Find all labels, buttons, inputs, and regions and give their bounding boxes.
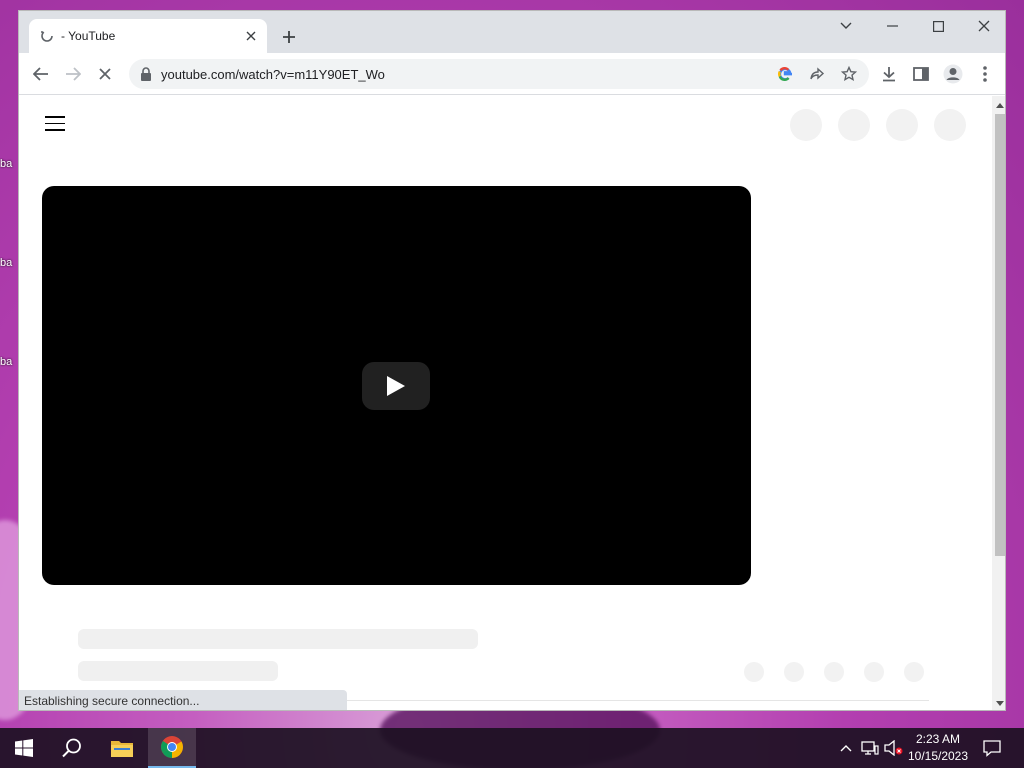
profile-avatar-icon[interactable] xyxy=(939,60,967,88)
tab-search-icon[interactable] xyxy=(823,11,869,41)
url-text[interactable]: youtube.com/watch?v=m11Y90ET_Wo xyxy=(161,67,385,82)
desktop-icon-label[interactable]: ba xyxy=(0,158,18,170)
taskbar: 2:23 AM 10/15/2023 xyxy=(0,728,1024,768)
show-hidden-icons-chevron-icon[interactable] xyxy=(836,738,856,758)
skeleton-avatar xyxy=(886,109,918,141)
browser-toolbar: youtube.com/watch?v=m11Y90ET_Wo xyxy=(19,53,1005,95)
google-lens-icon[interactable] xyxy=(775,64,795,84)
tab-title: - YouTube xyxy=(61,29,116,43)
scroll-up-arrow-icon[interactable] xyxy=(992,98,1005,112)
back-button[interactable] xyxy=(27,60,55,88)
chrome-window: - YouTube youtube.com/watch?v=m11Y90ET_W… xyxy=(18,10,1006,711)
side-panel-icon[interactable] xyxy=(907,60,935,88)
action-center-icon[interactable] xyxy=(982,738,1002,758)
divider xyxy=(259,700,929,701)
skeleton-avatar xyxy=(934,109,966,141)
clock-date: 10/15/2023 xyxy=(907,749,969,763)
close-tab-icon[interactable] xyxy=(243,28,259,44)
chrome-taskbar-button[interactable] xyxy=(148,728,196,768)
tab-strip: - YouTube xyxy=(19,11,1005,53)
folder-icon xyxy=(111,741,133,757)
tab-youtube[interactable]: - YouTube xyxy=(29,19,267,53)
search-button[interactable] xyxy=(48,728,96,768)
play-button[interactable] xyxy=(362,362,430,410)
search-icon xyxy=(62,738,81,758)
desktop-icon-label[interactable]: ba xyxy=(0,257,18,269)
clock-time: 2:23 AM xyxy=(915,732,961,746)
skeleton-action xyxy=(904,662,924,682)
skeleton-avatar xyxy=(790,109,822,141)
hamburger-menu-icon[interactable] xyxy=(45,116,65,132)
network-icon[interactable] xyxy=(860,738,880,758)
bookmark-star-icon[interactable] xyxy=(839,64,859,84)
skeleton-action xyxy=(824,662,844,682)
system-clock[interactable]: 2:23 AM 10/15/2023 xyxy=(904,731,972,765)
skeleton-subtitle-bar xyxy=(78,661,278,681)
windows-logo-icon xyxy=(15,739,33,757)
forward-button[interactable] xyxy=(59,60,87,88)
skeleton-action xyxy=(864,662,884,682)
menu-kebab-icon[interactable] xyxy=(971,60,999,88)
play-icon xyxy=(387,376,405,396)
lock-icon[interactable] xyxy=(139,66,153,82)
share-icon[interactable] xyxy=(807,64,827,84)
scroll-thumb[interactable] xyxy=(995,114,1005,556)
stop-loading-button[interactable] xyxy=(91,60,119,88)
minimize-button[interactable] xyxy=(869,11,915,41)
skeleton-avatar xyxy=(838,109,870,141)
start-button[interactable] xyxy=(0,728,48,768)
desktop-icon-label[interactable]: ba xyxy=(0,356,18,368)
page-content: Establishing secure connection... xyxy=(19,96,1005,710)
new-tab-button[interactable] xyxy=(277,25,301,49)
skeleton-action xyxy=(744,662,764,682)
file-explorer-button[interactable] xyxy=(98,728,146,768)
volume-muted-icon[interactable] xyxy=(884,738,904,758)
chrome-icon xyxy=(161,736,183,758)
downloads-icon[interactable] xyxy=(875,60,903,88)
maximize-button[interactable] xyxy=(915,11,961,41)
scroll-down-arrow-icon[interactable] xyxy=(992,696,1005,710)
close-window-button[interactable] xyxy=(961,11,1005,41)
loading-favicon-icon xyxy=(39,28,55,44)
status-bubble: Establishing secure connection... xyxy=(19,690,347,710)
skeleton-title-bar xyxy=(78,629,478,649)
video-player[interactable] xyxy=(42,186,751,585)
skeleton-action xyxy=(784,662,804,682)
page-scrollbar[interactable] xyxy=(992,96,1005,710)
address-bar[interactable]: youtube.com/watch?v=m11Y90ET_Wo xyxy=(129,59,869,89)
